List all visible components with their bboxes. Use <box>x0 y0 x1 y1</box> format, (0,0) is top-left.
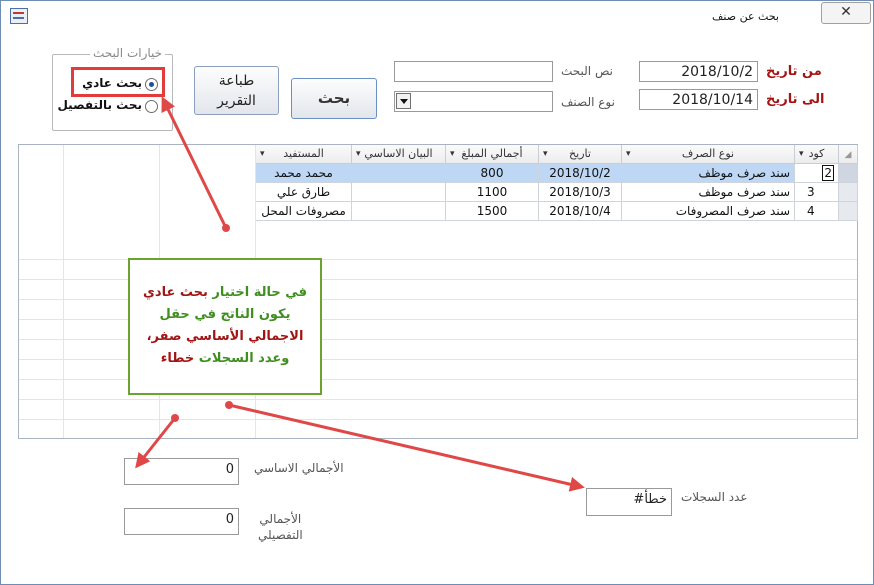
arrow-to-record-count-icon <box>225 401 585 492</box>
arrow-to-option-icon <box>161 96 230 232</box>
arrow-to-basic-total-icon <box>135 414 179 469</box>
annotation-arrows <box>135 96 585 492</box>
